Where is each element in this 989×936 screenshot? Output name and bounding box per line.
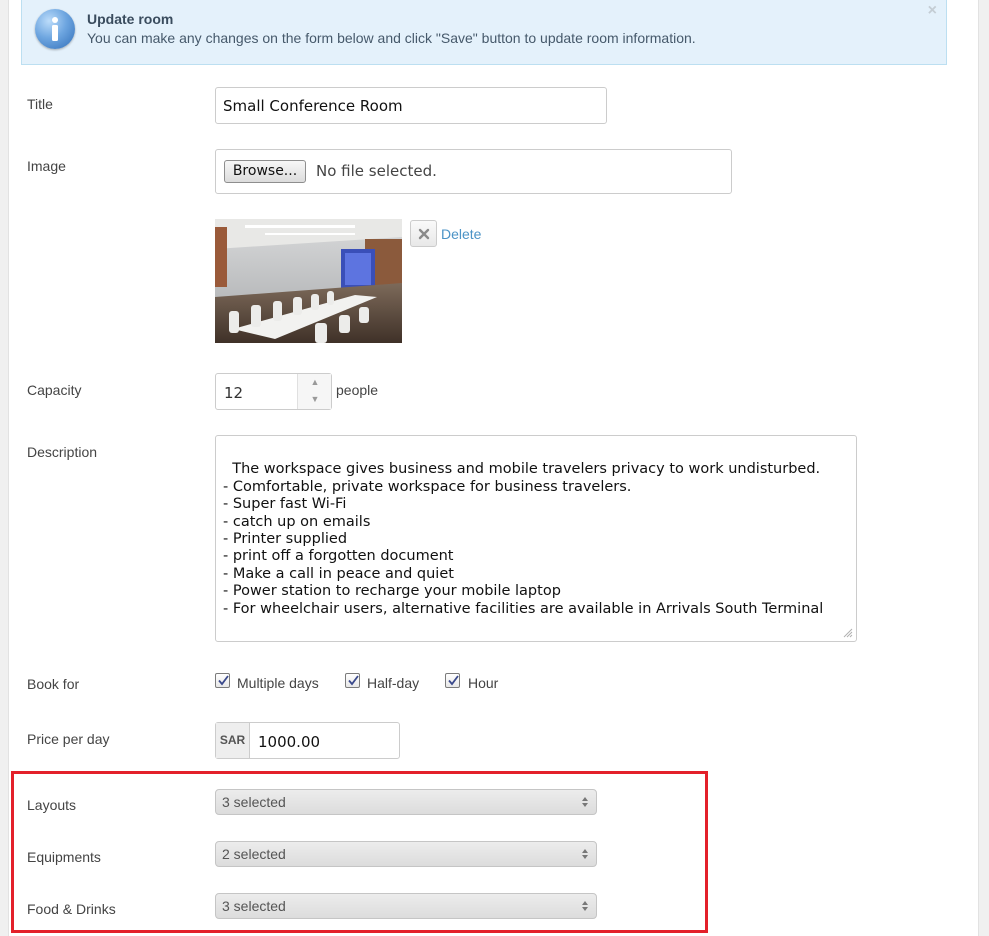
info-alert: Update room You can make any changes on … [21, 0, 947, 65]
updown-caret-icon [582, 849, 588, 859]
close-icon[interactable]: × [928, 2, 937, 20]
description-text: The workspace gives business and mobile … [223, 461, 824, 617]
title-label: Title [27, 96, 53, 112]
info-icon [35, 9, 75, 49]
check-icon [218, 675, 229, 686]
hour-checkbox[interactable] [445, 673, 460, 688]
price-value: 1000.00 [258, 733, 321, 751]
capacity-value: 12 [224, 384, 244, 402]
equipments-label: Equipments [27, 849, 101, 865]
equipments-select[interactable]: 2 selected [215, 841, 597, 867]
x-icon [418, 228, 429, 240]
delete-link[interactable]: Delete [441, 226, 481, 242]
layouts-select[interactable]: 3 selected [215, 789, 597, 815]
title-input[interactable]: Small Conference Room [215, 87, 607, 124]
layouts-label: Layouts [27, 797, 77, 813]
half-day-checkbox[interactable] [345, 673, 360, 688]
image-file-input[interactable]: Browse... No file selected. [215, 149, 732, 194]
no-file-text: No file selected. [316, 162, 437, 180]
book-for-label: Book for [27, 676, 80, 692]
currency-addon: SAR [216, 723, 250, 758]
layouts-select-value: 3 selected [222, 794, 286, 810]
browse-button[interactable]: Browse... [224, 160, 306, 183]
price-label: Price per day [27, 731, 110, 747]
alert-title: Update room [87, 11, 174, 27]
alert-message: You can make any changes on the form bel… [87, 30, 696, 46]
updown-caret-icon [582, 797, 588, 807]
resize-grip-icon[interactable] [843, 628, 853, 638]
updown-caret-icon [582, 901, 588, 911]
room-image-thumbnail [215, 219, 402, 343]
chevron-up-icon[interactable]: ▲ [298, 377, 332, 387]
price-input[interactable]: SAR 1000.00 [215, 722, 400, 759]
chevron-down-icon[interactable]: ▼ [298, 394, 332, 404]
food-drinks-label: Food & Drinks [27, 901, 116, 917]
food-drinks-select[interactable]: 3 selected [215, 893, 597, 919]
multiple-days-checkbox[interactable] [215, 673, 230, 688]
check-icon [448, 675, 459, 686]
capacity-stepper[interactable]: 12 ▲ ▼ [215, 373, 332, 410]
description-label: Description [27, 444, 98, 460]
image-label: Image [27, 158, 66, 174]
stepper-arrows[interactable]: ▲ ▼ [297, 374, 331, 409]
capacity-unit: people [336, 382, 379, 398]
multiple-days-label: Multiple days [237, 675, 319, 691]
food-drinks-select-value: 3 selected [222, 898, 286, 914]
capacity-label: Capacity [27, 382, 82, 398]
equipments-select-value: 2 selected [222, 846, 286, 862]
half-day-label: Half-day [367, 675, 420, 691]
hour-label: Hour [468, 675, 499, 691]
description-textarea[interactable]: The workspace gives business and mobile … [215, 435, 857, 642]
delete-image-button[interactable] [410, 220, 437, 247]
title-input-value: Small Conference Room [223, 96, 403, 115]
check-icon [348, 675, 359, 686]
